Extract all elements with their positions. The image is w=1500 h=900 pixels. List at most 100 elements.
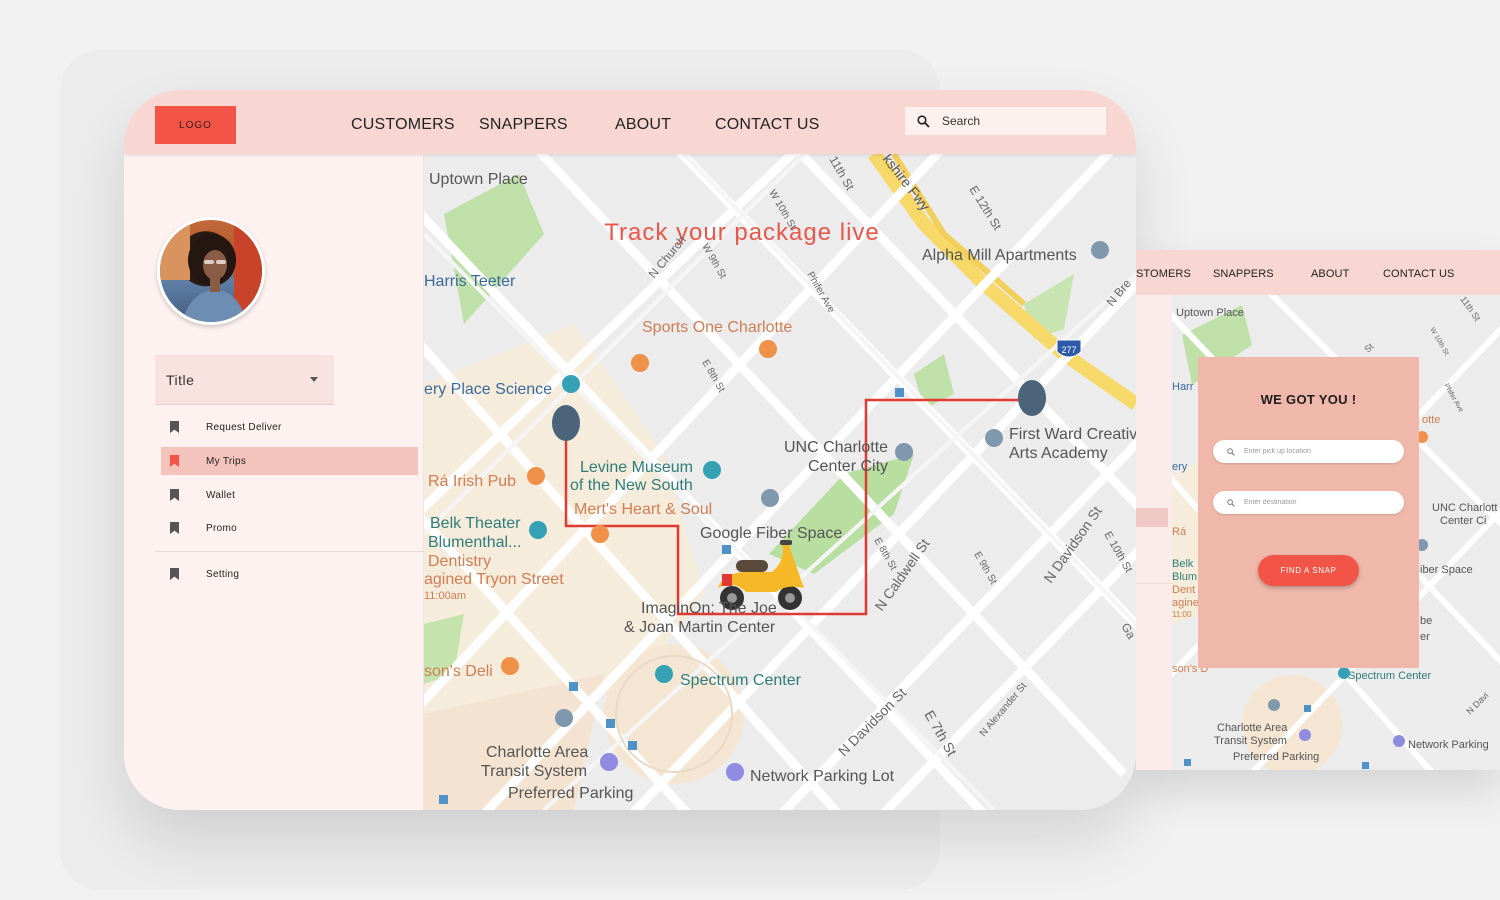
svg-text:Preferred Parking: Preferred Parking bbox=[1233, 751, 1319, 763]
mobile-nav-about[interactable]: ABOUT bbox=[1311, 268, 1349, 280]
svg-text:Sports One Charlotte: Sports One Charlotte bbox=[642, 319, 792, 336]
svg-text:Dent: Dent bbox=[1172, 584, 1195, 596]
svg-text:agined Tryon Street: agined Tryon Street bbox=[424, 571, 564, 588]
svg-text:Harris Teeter: Harris Teeter bbox=[424, 273, 516, 290]
svg-text:Levine Museum: Levine Museum bbox=[580, 459, 693, 476]
svg-text:Uptown Place: Uptown Place bbox=[429, 171, 528, 188]
svg-text:son's Deli: son's Deli bbox=[424, 663, 493, 680]
svg-text:Preferred Parking: Preferred Parking bbox=[508, 785, 633, 802]
svg-text:Alpha Mill Apartments: Alpha Mill Apartments bbox=[922, 247, 1077, 264]
svg-text:iber Space: iber Space bbox=[1420, 564, 1473, 576]
svg-text:Charlotte Area: Charlotte Area bbox=[486, 744, 588, 761]
svg-text:otte: otte bbox=[1422, 414, 1440, 426]
avatar[interactable] bbox=[157, 217, 265, 325]
find-a-snap-button[interactable]: FIND A SNAP bbox=[1258, 555, 1359, 586]
search-icon bbox=[917, 114, 930, 128]
svg-text:Transit System: Transit System bbox=[1214, 735, 1287, 747]
svg-text:Center City: Center City bbox=[808, 458, 888, 475]
svg-text:Belk Theater: Belk Theater bbox=[430, 515, 521, 532]
svg-text:11:00am: 11:00am bbox=[424, 590, 466, 602]
svg-text:Network Parking: Network Parking bbox=[1408, 739, 1489, 751]
svg-text:er: er bbox=[1420, 631, 1430, 643]
svg-text:First Ward Creativ: First Ward Creativ bbox=[1009, 426, 1136, 443]
search-icon bbox=[1227, 447, 1235, 456]
mobile-top-navigation-bar: STOMERS SNAPPERS ABOUT CONTACT US bbox=[1136, 250, 1500, 295]
title-dropdown-label: Title bbox=[166, 371, 195, 388]
svg-text:be: be bbox=[1420, 615, 1432, 627]
sidebar-item-label: Request Deliver bbox=[206, 421, 282, 433]
pickup-input[interactable] bbox=[1244, 448, 1394, 455]
pickup-field[interactable] bbox=[1213, 440, 1404, 463]
destination-field[interactable] bbox=[1213, 491, 1404, 514]
nav-snappers[interactable]: SNAPPERS bbox=[479, 116, 568, 134]
mobile-sidebar-active-item[interactable] bbox=[1136, 508, 1168, 527]
nav-customers[interactable]: CUSTOMERS bbox=[351, 116, 455, 134]
svg-text:11:00: 11:00 bbox=[1172, 610, 1192, 619]
main-window: LOGO CUSTOMERS SNAPPERS ABOUT CONTACT US bbox=[124, 90, 1136, 810]
svg-text:277: 277 bbox=[1061, 345, 1076, 355]
svg-text:Harr: Harr bbox=[1172, 381, 1194, 393]
svg-text:UNC Charlotte: UNC Charlotte bbox=[784, 439, 888, 456]
svg-text:& Joan Martin Center: & Joan Martin Center bbox=[624, 619, 776, 636]
svg-text:Uptown Place: Uptown Place bbox=[1176, 307, 1244, 319]
bookmark-icon bbox=[170, 568, 179, 580]
nav-contact-us[interactable]: CONTACT US bbox=[715, 116, 820, 134]
svg-text:Dentistry: Dentistry bbox=[428, 553, 491, 570]
svg-text:Mert's Heart & Soul: Mert's Heart & Soul bbox=[574, 501, 712, 518]
sidebar-item-label: My Trips bbox=[206, 455, 247, 467]
search-input[interactable] bbox=[942, 114, 1092, 128]
destination-input[interactable] bbox=[1244, 499, 1394, 506]
svg-text:ery: ery bbox=[1172, 461, 1188, 473]
svg-text:Rá: Rá bbox=[1172, 526, 1187, 538]
svg-text:Center Ci: Center Ci bbox=[1440, 515, 1486, 527]
svg-text:of the New South: of the New South bbox=[570, 477, 693, 494]
svg-text:Spectrum Center: Spectrum Center bbox=[680, 672, 802, 689]
svg-text:ery Place Science: ery Place Science bbox=[424, 381, 552, 398]
svg-text:Spectrum Center: Spectrum Center bbox=[1348, 670, 1431, 682]
svg-text:Arts Academy: Arts Academy bbox=[1009, 445, 1108, 462]
map-headline: Track your package live bbox=[604, 219, 880, 246]
svg-text:Network Parking Lot: Network Parking Lot bbox=[750, 768, 895, 785]
map-view[interactable]: Track your package live Uptown Place Har… bbox=[424, 154, 1136, 810]
svg-text:Rá Irish Pub: Rá Irish Pub bbox=[428, 473, 516, 490]
sidebar-item-promo[interactable]: Promo bbox=[161, 514, 418, 542]
sidebar-item-setting[interactable]: Setting bbox=[161, 560, 418, 588]
svg-text:agine: agine bbox=[1172, 597, 1199, 609]
bookmark-icon bbox=[170, 455, 179, 467]
bookmark-icon bbox=[170, 522, 179, 534]
svg-text:Belk: Belk bbox=[1172, 558, 1194, 570]
sidebar-item-label: Promo bbox=[206, 522, 237, 534]
search-icon bbox=[1227, 498, 1235, 507]
svg-text:ImaginOn: The Joe: ImaginOn: The Joe bbox=[641, 600, 777, 617]
nav-about[interactable]: ABOUT bbox=[615, 116, 671, 134]
sidebar-divider bbox=[155, 551, 424, 552]
bookmark-icon bbox=[170, 489, 179, 501]
logo[interactable]: LOGO bbox=[155, 106, 236, 144]
mobile-nav-contact-us[interactable]: CONTACT US bbox=[1383, 268, 1455, 280]
top-navigation-bar: LOGO CUSTOMERS SNAPPERS ABOUT CONTACT US bbox=[124, 90, 1136, 154]
svg-text:Charlotte Area: Charlotte Area bbox=[1217, 722, 1288, 734]
svg-text:Transit System: Transit System bbox=[481, 763, 587, 780]
sidebar-item-label: Setting bbox=[206, 568, 240, 580]
svg-text:Blum: Blum bbox=[1172, 571, 1197, 583]
svg-text:Blumenthal...: Blumenthal... bbox=[428, 534, 521, 551]
bookmark-icon bbox=[170, 421, 179, 433]
mobile-preview-window: STOMERS SNAPPERS ABOUT CONTACT US Uptown… bbox=[1136, 250, 1500, 770]
sidebar-item-label: Wallet bbox=[206, 489, 236, 501]
sidebar-item-my-trips[interactable]: My Trips bbox=[161, 447, 418, 475]
mobile-sidebar bbox=[1136, 295, 1172, 770]
sidebar: Title Request Deliver My Trips Wallet Pr… bbox=[124, 154, 424, 810]
mobile-sidebar-divider bbox=[1136, 583, 1172, 584]
sidebar-item-request-deliver[interactable]: Request Deliver bbox=[161, 413, 418, 441]
title-dropdown[interactable]: Title bbox=[155, 355, 334, 405]
booking-card-title: WE GOT YOU ! bbox=[1260, 392, 1357, 407]
search-box[interactable] bbox=[905, 107, 1106, 135]
svg-text:Google Fiber Space: Google Fiber Space bbox=[700, 525, 842, 542]
mobile-nav-customers[interactable]: STOMERS bbox=[1136, 268, 1191, 280]
svg-text:UNC Charlott: UNC Charlott bbox=[1432, 502, 1497, 514]
start-pin bbox=[552, 405, 580, 441]
chevron-down-icon bbox=[310, 377, 318, 382]
sidebar-item-wallet[interactable]: Wallet bbox=[161, 481, 418, 509]
booking-card: WE GOT YOU ! FIND A SNAP bbox=[1198, 357, 1419, 668]
mobile-nav-snappers[interactable]: SNAPPERS bbox=[1213, 268, 1274, 280]
